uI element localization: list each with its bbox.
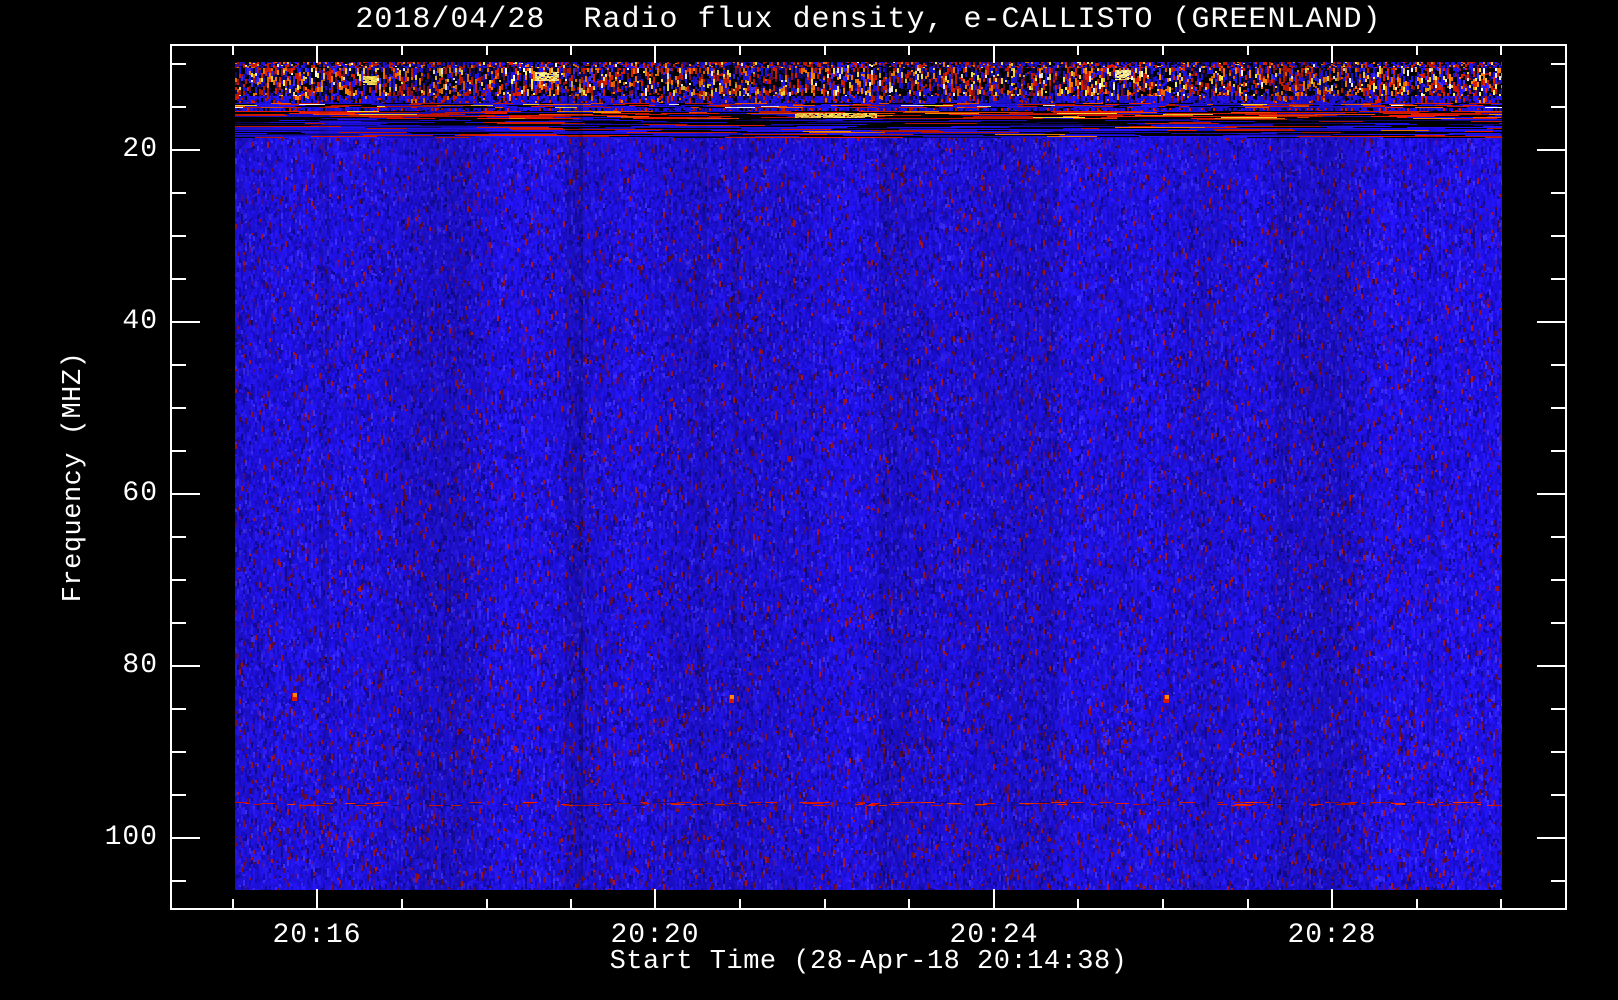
- y-minor-tick: [172, 579, 186, 581]
- x-minor-tick-top: [824, 46, 826, 55]
- x-minor-tick: [1500, 899, 1502, 908]
- x-minor-tick-top: [1077, 46, 1079, 55]
- x-minor-tick-top: [1162, 46, 1164, 55]
- y-tick-label: 60: [122, 478, 158, 509]
- y-tick-label: 40: [122, 306, 158, 337]
- x-minor-tick: [1077, 899, 1079, 908]
- y-minor-tick-right: [1551, 794, 1565, 796]
- y-major-tick: [172, 665, 200, 667]
- x-minor-tick-top: [486, 46, 488, 55]
- y-minor-tick-right: [1551, 106, 1565, 108]
- x-minor-tick: [1247, 899, 1249, 908]
- y-minor-tick-right: [1551, 579, 1565, 581]
- y-major-tick-right: [1537, 837, 1565, 839]
- y-major-tick: [172, 149, 200, 151]
- x-major-tick-top: [654, 46, 656, 63]
- x-minor-tick: [1162, 899, 1164, 908]
- y-major-tick-right: [1537, 321, 1565, 323]
- x-major-tick-top: [993, 46, 995, 63]
- y-minor-tick-right: [1551, 536, 1565, 538]
- x-minor-tick: [486, 899, 488, 908]
- y-minor-tick-right: [1551, 622, 1565, 624]
- y-minor-tick: [172, 235, 186, 237]
- y-minor-tick: [172, 192, 186, 194]
- x-major-tick-top: [1331, 46, 1333, 63]
- x-minor-tick: [908, 899, 910, 908]
- y-major-tick-right: [1537, 149, 1565, 151]
- x-minor-tick-top: [739, 46, 741, 55]
- y-tick-label: 100: [104, 822, 158, 853]
- x-minor-tick-top: [1416, 46, 1418, 55]
- y-minor-tick: [172, 450, 186, 452]
- y-minor-tick: [172, 751, 186, 753]
- y-minor-tick: [172, 880, 186, 882]
- y-minor-tick-right: [1551, 235, 1565, 237]
- x-minor-tick: [1416, 899, 1418, 908]
- y-minor-tick-right: [1551, 278, 1565, 280]
- y-major-tick-right: [1537, 493, 1565, 495]
- chart-title: 2018/04/28 Radio flux density, e-CALLIST…: [355, 3, 1382, 37]
- x-minor-tick-top: [908, 46, 910, 55]
- x-minor-tick-top: [570, 46, 572, 55]
- y-minor-tick: [172, 364, 186, 366]
- x-minor-tick: [401, 899, 403, 908]
- x-major-tick: [1331, 889, 1333, 908]
- x-axis-label: Start Time (28-Apr-18 20:14:38): [609, 947, 1128, 977]
- y-minor-tick: [172, 708, 186, 710]
- y-minor-tick: [172, 794, 186, 796]
- x-tick-label: 20:24: [949, 920, 1039, 951]
- x-minor-tick-top: [1500, 46, 1502, 55]
- y-major-tick: [172, 837, 200, 839]
- y-axis-label: Frequency (MHZ): [59, 351, 89, 603]
- y-minor-tick-right: [1551, 364, 1565, 366]
- y-minor-tick-right: [1551, 63, 1565, 65]
- x-major-tick-top: [316, 46, 318, 63]
- x-minor-tick-top: [232, 46, 234, 55]
- y-minor-tick-right: [1551, 708, 1565, 710]
- x-major-tick: [654, 889, 656, 908]
- x-minor-tick-top: [1247, 46, 1249, 55]
- y-minor-tick: [172, 536, 186, 538]
- y-major-tick-right: [1537, 665, 1565, 667]
- y-minor-tick-right: [1551, 880, 1565, 882]
- x-minor-tick: [570, 899, 572, 908]
- y-major-tick: [172, 321, 200, 323]
- y-minor-tick: [172, 63, 186, 65]
- x-tick-label: 20:28: [1287, 920, 1377, 951]
- y-minor-tick-right: [1551, 192, 1565, 194]
- screenshot-root: 2018/04/28 Radio flux density, e-CALLIST…: [0, 0, 1618, 1000]
- y-minor-tick-right: [1551, 751, 1565, 753]
- y-tick-label: 20: [122, 134, 158, 165]
- x-minor-tick: [824, 899, 826, 908]
- x-minor-tick: [232, 899, 234, 908]
- y-minor-tick-right: [1551, 450, 1565, 452]
- y-minor-tick: [172, 407, 186, 409]
- y-minor-tick: [172, 622, 186, 624]
- x-tick-label: 20:20: [610, 920, 700, 951]
- plot-frame: [170, 44, 1567, 910]
- x-minor-tick-top: [401, 46, 403, 55]
- x-tick-label: 20:16: [272, 920, 362, 951]
- y-minor-tick-right: [1551, 407, 1565, 409]
- x-major-tick: [993, 889, 995, 908]
- y-minor-tick: [172, 278, 186, 280]
- x-major-tick: [316, 889, 318, 908]
- y-minor-tick: [172, 106, 186, 108]
- y-tick-label: 80: [122, 650, 158, 681]
- x-minor-tick: [739, 899, 741, 908]
- y-major-tick: [172, 493, 200, 495]
